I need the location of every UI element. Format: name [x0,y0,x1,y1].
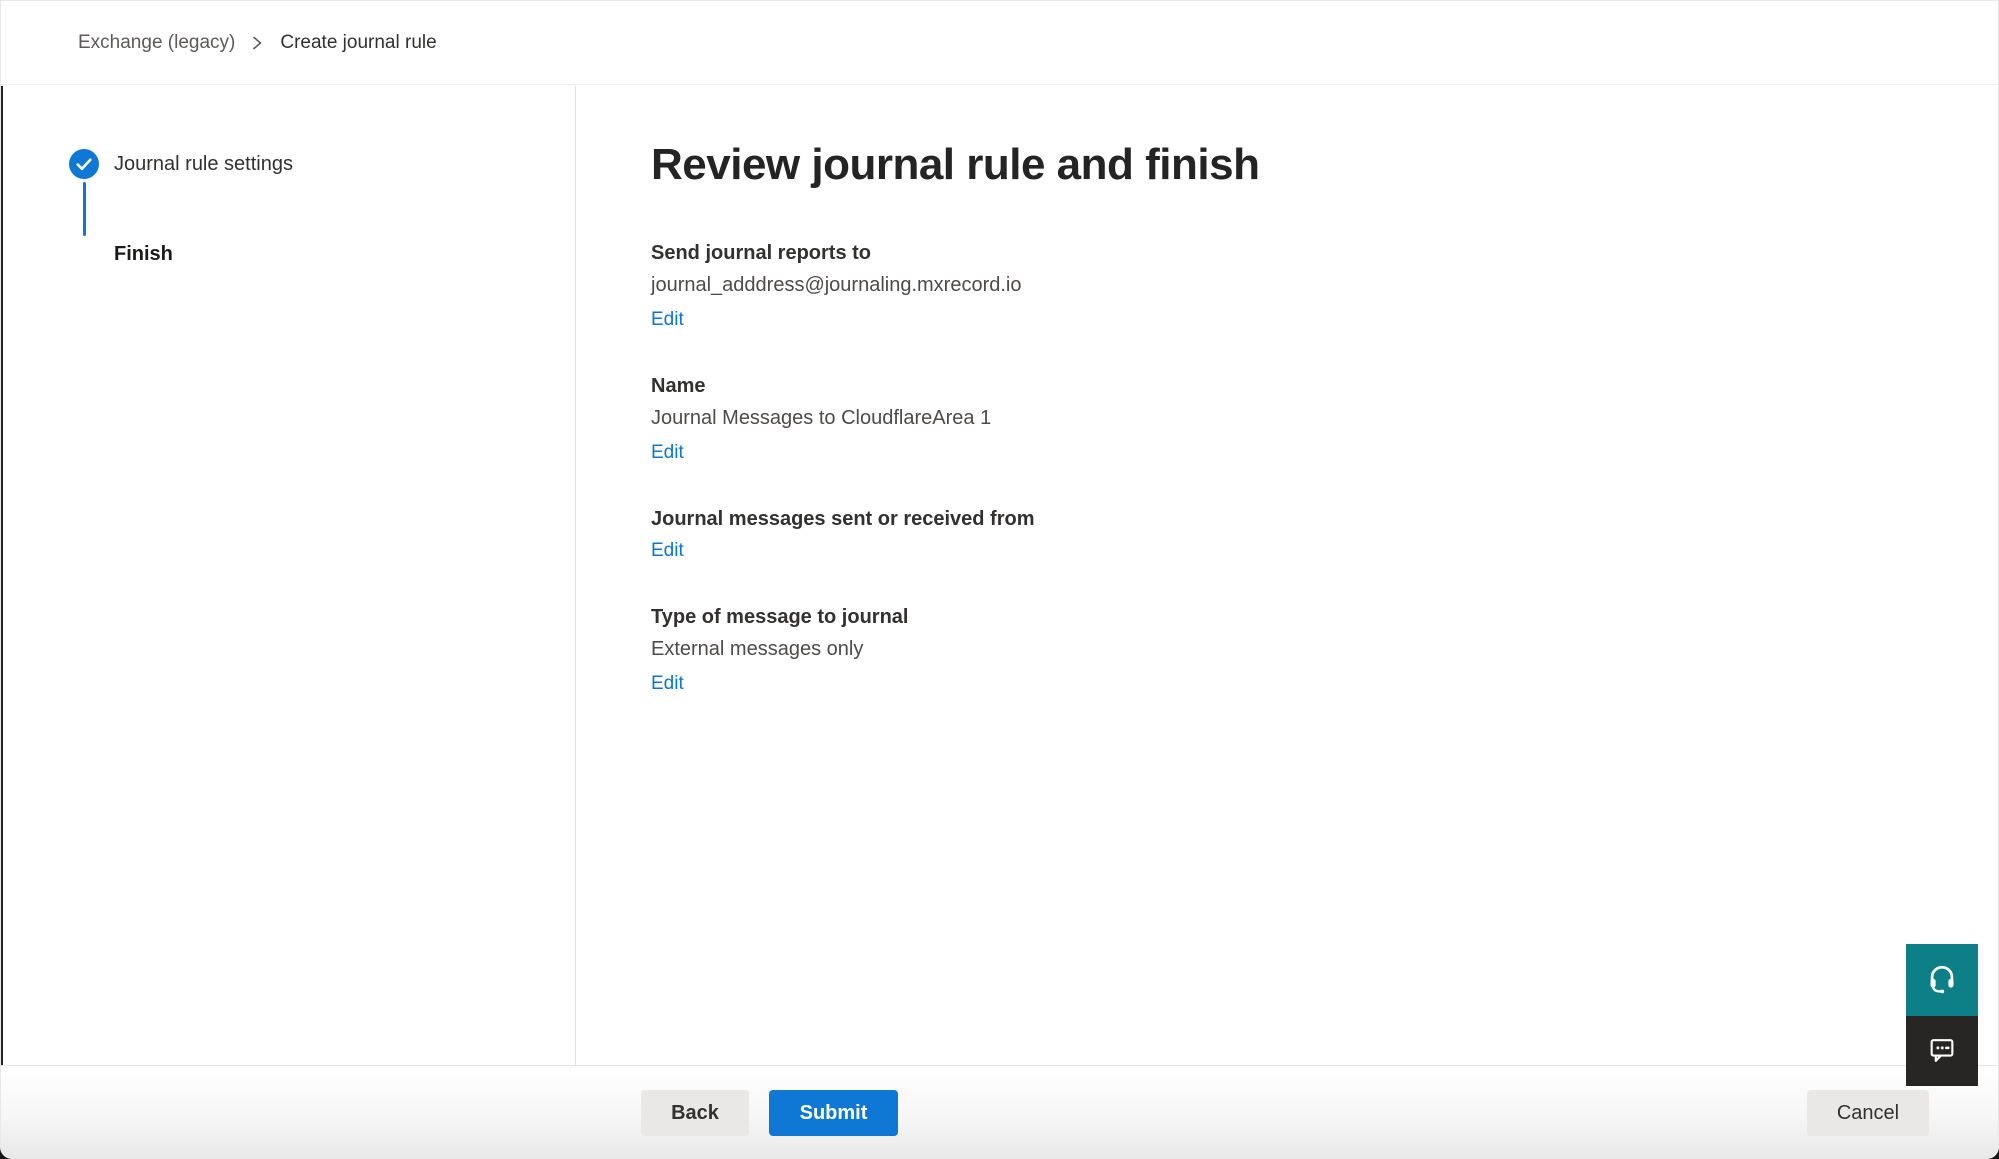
section-journal-messages-from: Journal messages sent or received from E… [651,506,1998,564]
create-journal-rule-wizard: Exchange (legacy) Create journal rule [0,0,1999,1159]
step-connector-line [83,182,86,236]
breadcrumb-bar: Exchange (legacy) Create journal rule [1,1,1998,85]
journal-report-address: journal_adddress@journaling.mxrecord.io [651,272,1998,298]
message-type-value: External messages only [651,636,1998,662]
step-journal-rule-settings[interactable]: Journal rule settings [1,149,575,179]
breadcrumb-exchange-legacy[interactable]: Exchange (legacy) [78,32,235,54]
breadcrumb: Exchange (legacy) Create journal rule [78,32,437,54]
journal-rule-name: Journal Messages to CloudflareArea 1 [651,405,1998,431]
step-label: Journal rule settings [114,153,293,176]
help-support-button[interactable] [1906,944,1978,1016]
section-message-type: Type of message to journal External mess… [651,604,1998,697]
section-label: Type of message to journal [651,604,1998,630]
step-completed-check-icon [69,149,99,179]
step-finish[interactable]: Finish [1,239,575,269]
edit-link-name[interactable]: Edit [651,440,684,466]
headset-icon [1925,961,1959,1000]
section-label: Journal messages sent or received from [651,506,1998,532]
section-label: Send journal reports to [651,240,1998,266]
step-current-dot-icon [69,239,99,269]
step-list: Journal rule settings Finish [1,86,575,269]
section-label: Name [651,373,1998,399]
section-send-journal-reports-to: Send journal reports to journal_adddress… [651,240,1998,333]
section-name: Name Journal Messages to CloudflareArea … [651,373,1998,466]
wizard-steps-sidebar: Journal rule settings Finish [1,86,576,1066]
step-label: Finish [114,243,173,266]
cancel-button[interactable]: Cancel [1807,1090,1929,1136]
edit-link-send-reports[interactable]: Edit [651,307,684,333]
wizard-footer: Back Submit Cancel [1,1065,1998,1158]
page-title: Review journal rule and finish [651,136,1998,194]
edit-link-message-type[interactable]: Edit [651,671,684,697]
feedback-chat-button[interactable] [1906,1016,1978,1086]
submit-button[interactable]: Submit [769,1090,898,1136]
breadcrumb-create-journal-rule: Create journal rule [280,32,436,54]
review-pane: Review journal rule and finish Send jour… [577,86,1998,1066]
back-button[interactable]: Back [641,1090,749,1136]
edit-link-messages-from[interactable]: Edit [651,538,684,564]
wizard-body: Journal rule settings Finish Review jour… [1,86,1998,1066]
chevron-right-icon [251,35,264,51]
chat-icon [1925,1032,1959,1071]
